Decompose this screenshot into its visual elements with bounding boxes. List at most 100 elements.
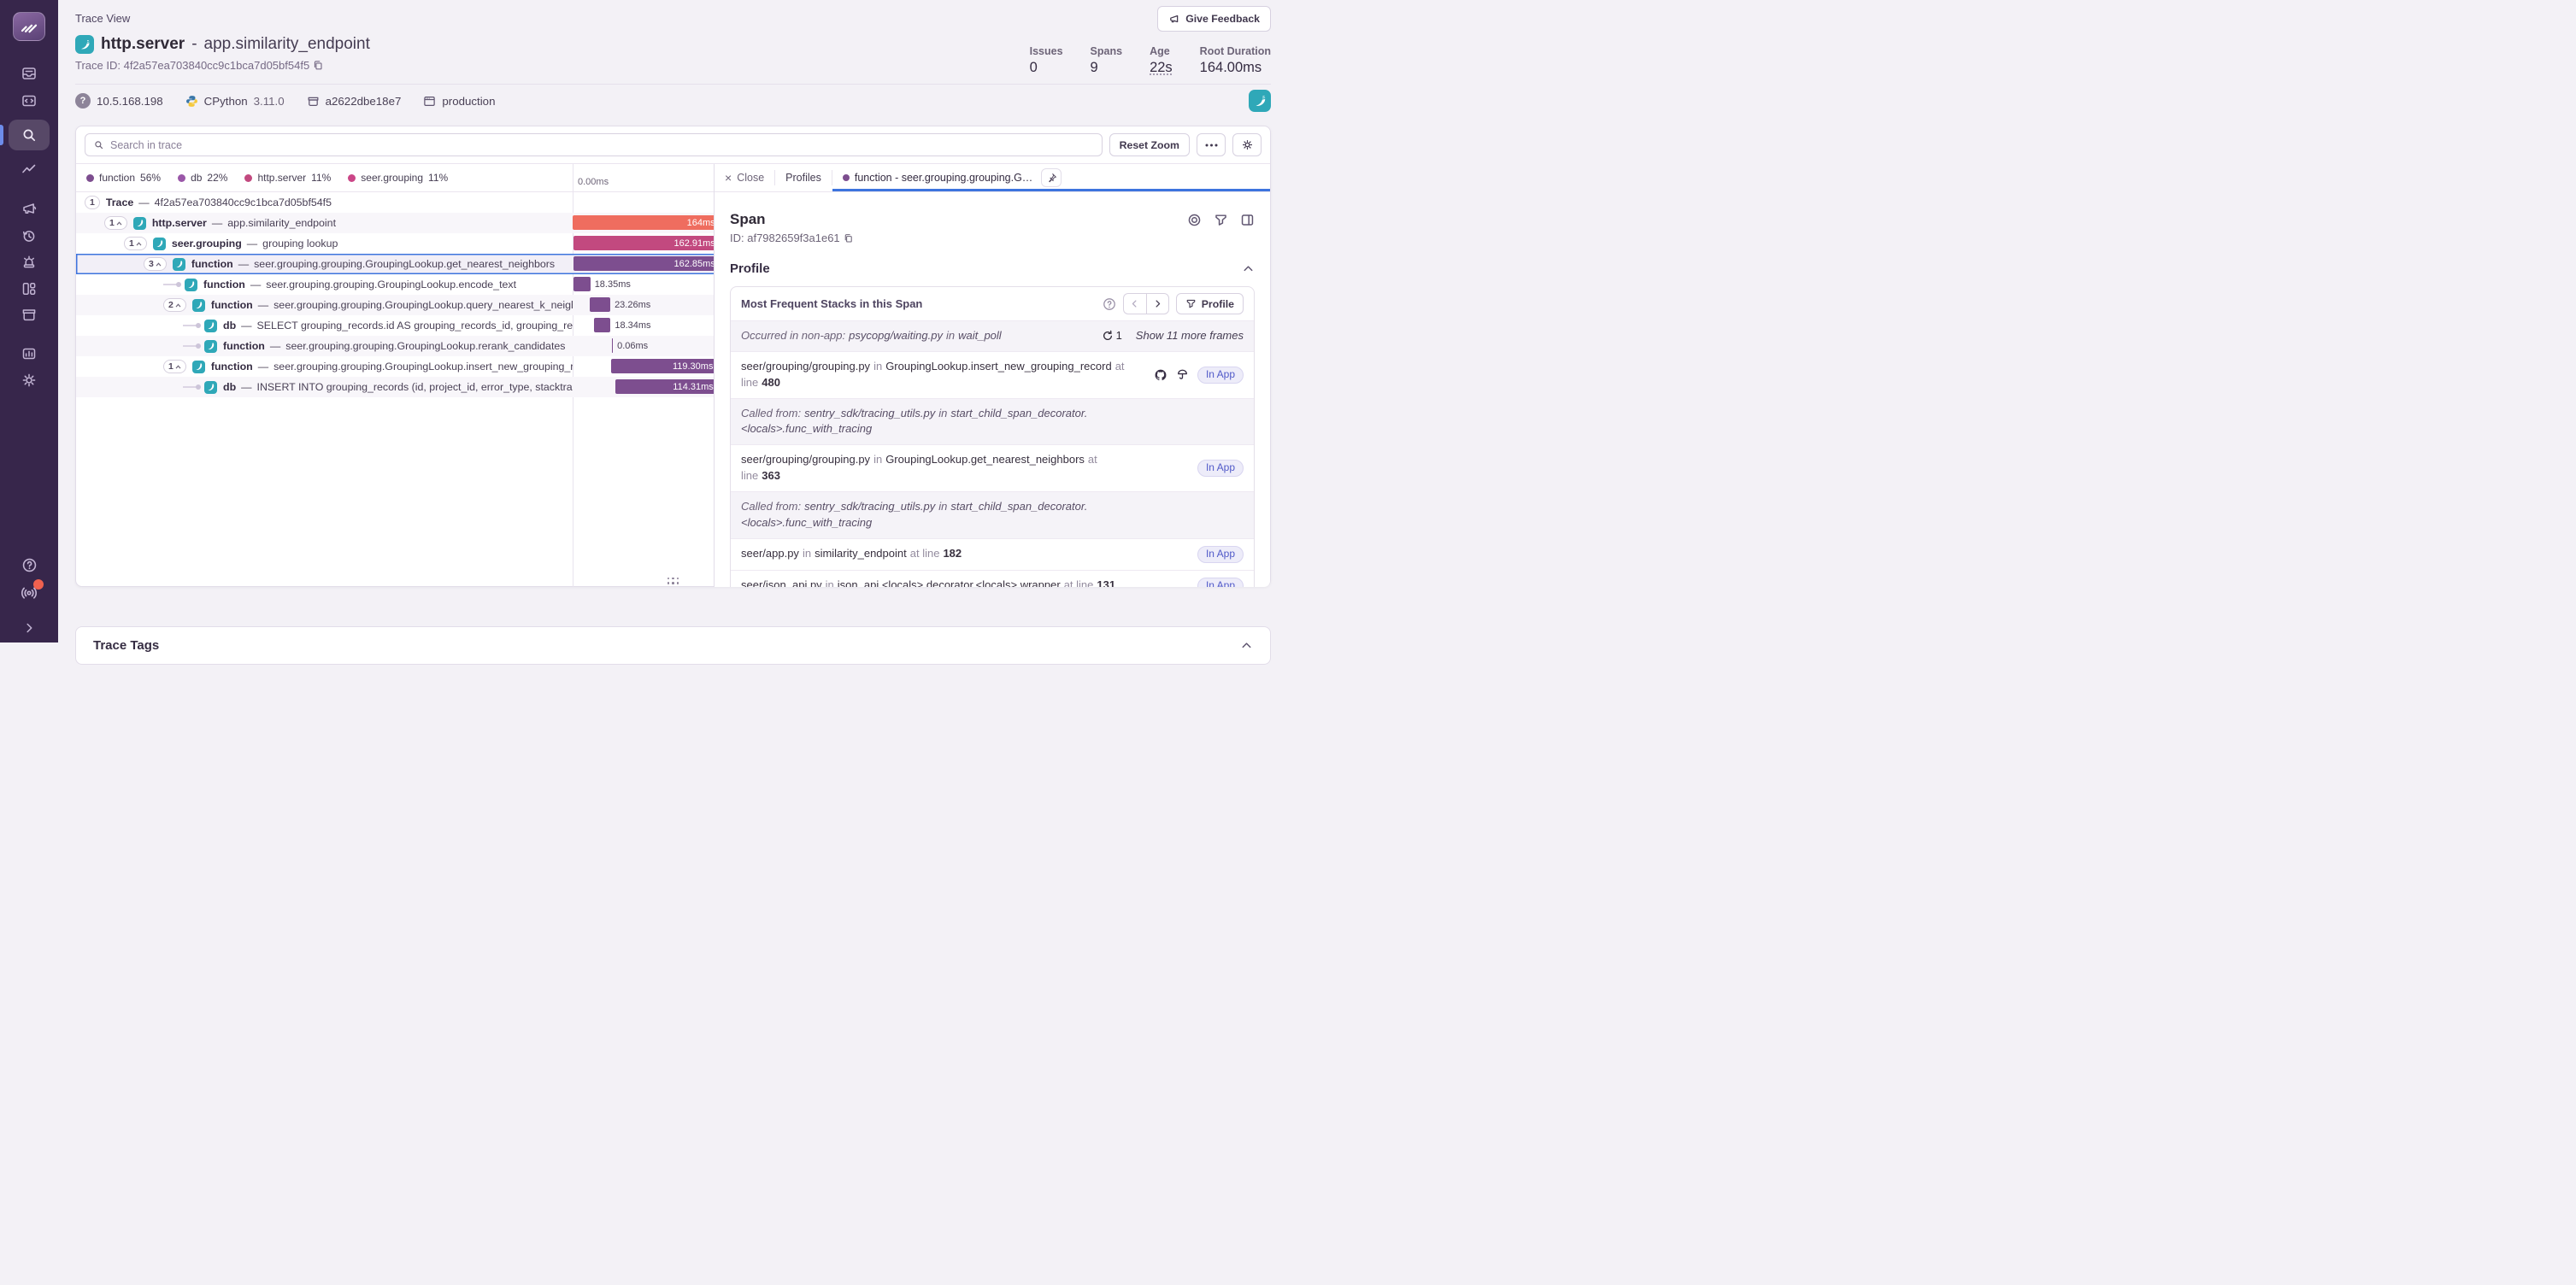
sidebar-item-feedback[interactable] — [0, 200, 58, 217]
trace-toolbar: Reset Zoom — [76, 126, 1270, 164]
children-count-badge[interactable]: 1 — [163, 360, 186, 373]
package-icon — [307, 95, 320, 108]
sidebar-item-releases[interactable] — [0, 306, 58, 323]
refresh-icon — [1102, 330, 1114, 342]
tab-profiles[interactable]: Profiles — [775, 164, 832, 191]
span-row[interactable]: db — INSERT INTO grouping_records (id, p… — [76, 377, 720, 397]
python-icon — [185, 95, 198, 108]
legend-dot — [178, 174, 185, 182]
profile-section-heading: Profile — [730, 261, 770, 276]
frequent-stacks-card: Most Frequent Stacks in this Span — [730, 286, 1255, 587]
divider — [75, 84, 1271, 85]
page-title: http.server - app.similarity_endpoint — [75, 35, 370, 54]
close-tab-button[interactable]: × Close — [715, 164, 774, 191]
duration-bar: 164ms — [573, 213, 720, 233]
span-row[interactable]: db — SELECT grouping_records.id AS group… — [76, 315, 720, 336]
copy-icon[interactable] — [844, 233, 854, 244]
sidebar-item-insights[interactable] — [0, 161, 58, 178]
sidebar-item-alerts[interactable] — [0, 254, 58, 271]
trace-search[interactable] — [85, 133, 1103, 156]
chevron-up-icon[interactable] — [1240, 639, 1253, 652]
pin-tab-button[interactable] — [1041, 168, 1062, 187]
give-feedback-button[interactable]: Give Feedback — [1157, 6, 1271, 32]
megaphone-icon — [1168, 13, 1180, 25]
previous-stack-button[interactable] — [1123, 293, 1146, 314]
span-row[interactable]: function — seer.grouping.grouping.Groupi… — [76, 274, 720, 295]
reset-zoom-button[interactable]: Reset Zoom — [1109, 133, 1190, 156]
project-icon[interactable] — [1249, 90, 1271, 112]
duration-bar: 114.31ms — [573, 377, 720, 397]
layout-toggle-button[interactable] — [1240, 213, 1255, 227]
search-icon — [93, 139, 104, 150]
project-icon — [185, 279, 197, 291]
sidebar-item-whats-new[interactable] — [0, 583, 58, 601]
span-detail-body: Span — [715, 192, 1270, 587]
repeat-count: 1 — [1102, 328, 1122, 344]
tab-span-active[interactable]: function - seer.grouping.grouping.G… — [832, 164, 1270, 191]
span-row[interactable]: function — seer.grouping.grouping.Groupi… — [76, 336, 720, 356]
span-row[interactable]: 1 http.server — app.similarity_endpoint … — [76, 213, 720, 233]
filter-button[interactable] — [1214, 213, 1228, 227]
history-clock-icon — [21, 227, 38, 244]
span-heading: Span — [730, 211, 766, 228]
search-input[interactable] — [110, 139, 1094, 151]
github-icon[interactable] — [1154, 368, 1167, 382]
project-icon — [204, 381, 217, 394]
main-content: Trace View Give Feedback http.server - a… — [58, 0, 1288, 642]
sidebar-item-explore[interactable] — [0, 92, 58, 109]
children-count-badge[interactable]: 1 — [124, 237, 147, 250]
in-app-badge: In App — [1197, 578, 1244, 587]
tree-connector — [183, 345, 198, 347]
focus-span-button[interactable] — [1187, 213, 1202, 227]
stack-frame: seer/json_api.pyinjson_api.<locals>.deco… — [731, 570, 1254, 587]
siren-icon — [21, 254, 38, 271]
children-count-badge[interactable]: 1 — [85, 196, 100, 209]
duration-bar: 119.30ms — [573, 356, 720, 377]
span-row[interactable]: 1 seer.grouping — grouping lookup 162.91… — [76, 233, 720, 254]
children-count-badge[interactable]: 2 — [163, 298, 186, 312]
trace-root-row[interactable]: 1 Trace — 4f2a57ea703840cc9c1bca7d05bf54… — [76, 192, 720, 213]
duration-bar: 162.91ms — [573, 233, 720, 254]
legend-dot — [244, 174, 252, 182]
sidebar-item-replays[interactable] — [0, 227, 58, 244]
seer-tool-icon[interactable] — [1176, 368, 1189, 381]
children-count-badge[interactable]: 3 — [144, 257, 167, 271]
dashboards-grid-icon — [21, 280, 38, 297]
funnel-icon — [1214, 213, 1228, 227]
sidebar-item-stats[interactable] — [0, 345, 58, 362]
duration-bar: 162.85ms — [573, 254, 720, 274]
span-row-selected[interactable]: 3 function — seer.grouping.grouping.Grou… — [76, 254, 720, 274]
insights-icon — [21, 161, 38, 178]
legend-dot — [86, 174, 94, 182]
copy-icon[interactable] — [313, 60, 324, 71]
span-row[interactable]: 2 function — seer.grouping.grouping.Grou… — [76, 295, 720, 315]
sidebar-collapse-button[interactable] — [0, 620, 58, 636]
stack-frame-context: Occurred in non-app:psycopg/waiting.pyin… — [731, 320, 1254, 351]
duration-bar — [573, 192, 720, 213]
show-more-frames-link[interactable]: Show 11 more frames — [1136, 328, 1244, 344]
trace-settings-button[interactable] — [1232, 133, 1262, 156]
chevron-up-icon[interactable] — [1242, 262, 1255, 275]
issues-icon — [21, 65, 38, 82]
trace-tags-section: Trace Tags — [75, 626, 1271, 665]
trace-meta-row: ? 10.5.168.198 CPython 3.11.0 a2622dbe18… — [75, 93, 1271, 109]
sentry-logo[interactable] — [13, 12, 45, 41]
duration-bar: 0.06ms — [573, 336, 720, 356]
next-stack-button[interactable] — [1146, 293, 1169, 314]
ops-legend: function 56% db 22% http.server 11% — [76, 172, 448, 184]
panel-resize-handle[interactable] — [668, 578, 679, 585]
sidebar-item-help[interactable] — [0, 556, 58, 574]
sidebar-item-search[interactable] — [0, 120, 58, 150]
children-count-badge[interactable]: 1 — [104, 216, 127, 230]
tree-connector — [183, 325, 198, 326]
more-options-button[interactable] — [1197, 133, 1226, 156]
open-profile-button[interactable]: Profile — [1176, 293, 1244, 314]
sidebar-item-dashboards[interactable] — [0, 280, 58, 297]
span-row[interactable]: 1 function — seer.grouping.grouping.Grou… — [76, 356, 720, 377]
sidebar-item-issues[interactable] — [0, 65, 58, 82]
help-circle-icon[interactable] — [1103, 297, 1116, 311]
duration-bar: 18.35ms — [573, 274, 720, 295]
sidebar-item-settings[interactable] — [0, 372, 58, 389]
in-app-badge: In App — [1197, 460, 1244, 477]
stat-root-duration: Root Duration 164.00ms — [1200, 45, 1271, 76]
